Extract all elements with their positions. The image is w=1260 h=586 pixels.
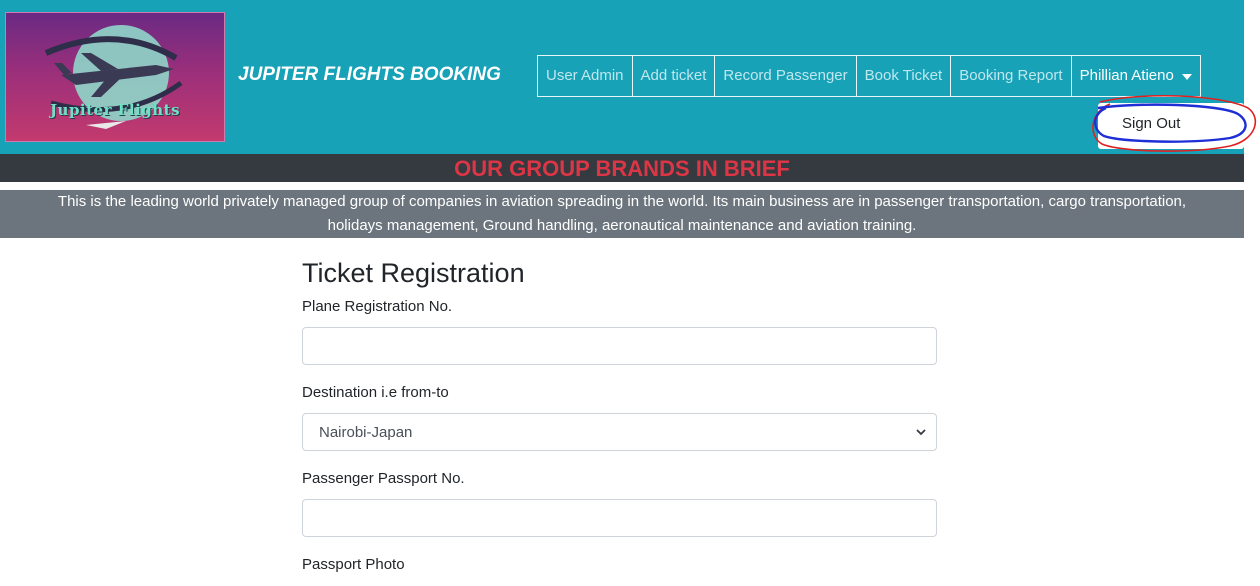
- destination-select[interactable]: Nairobi-Japan: [302, 413, 937, 451]
- nav-booking-report[interactable]: Booking Report: [950, 55, 1072, 97]
- navbar: Jupiter Flights JUPITER FLIGHTS BOOKING …: [0, 0, 1257, 154]
- user-name: Phillian Atieno: [1079, 67, 1174, 84]
- nav-record-passenger[interactable]: Record Passenger: [714, 55, 857, 97]
- logo-text: Jupiter Flights: [49, 101, 181, 119]
- ticket-registration-form: Ticket Registration Plane Registration N…: [302, 256, 937, 573]
- passport-number-input[interactable]: [302, 499, 937, 537]
- user-menu-toggle[interactable]: Phillian Atieno: [1070, 55, 1201, 97]
- plane-registration-input[interactable]: [302, 327, 937, 365]
- plane-registration-label: Plane Registration No.: [302, 298, 453, 315]
- jupiter-flights-logo[interactable]: Jupiter Flights: [5, 12, 225, 142]
- passport-number-label: Passenger Passport No.: [302, 470, 465, 487]
- brand-title[interactable]: JUPITER FLIGHTS BOOKING: [238, 64, 501, 86]
- nav-add-ticket[interactable]: Add ticket: [631, 55, 716, 97]
- main-nav: User Admin Add ticket Record Passenger B…: [537, 55, 1201, 97]
- form-title: Ticket Registration: [302, 258, 525, 288]
- airplane-logo-icon: [44, 25, 183, 129]
- brands-description-line-2: holidays management, Ground handling, ae…: [327, 217, 917, 234]
- chevron-down-icon: [916, 429, 926, 436]
- destination-selected-value: Nairobi-Japan: [319, 424, 413, 441]
- brands-title: OUR GROUP BRANDS IN BRIEF: [454, 156, 790, 181]
- passport-photo-label: Passport Photo: [302, 556, 405, 573]
- brands-header: OUR GROUP BRANDS IN BRIEF: [0, 154, 1244, 182]
- nav-user-admin[interactable]: User Admin: [537, 55, 633, 97]
- user-dropdown-menu: Sign Out: [1098, 103, 1244, 149]
- brands-description-line-1: This is the leading world privately mana…: [57, 193, 1187, 210]
- destination-label: Destination i.e from-to: [302, 384, 449, 401]
- brands-description: This is the leading world privately mana…: [0, 190, 1244, 238]
- caret-down-icon: [1181, 74, 1192, 80]
- nav-book-ticket[interactable]: Book Ticket: [855, 55, 952, 97]
- sign-out-link[interactable]: Sign Out: [1122, 115, 1180, 132]
